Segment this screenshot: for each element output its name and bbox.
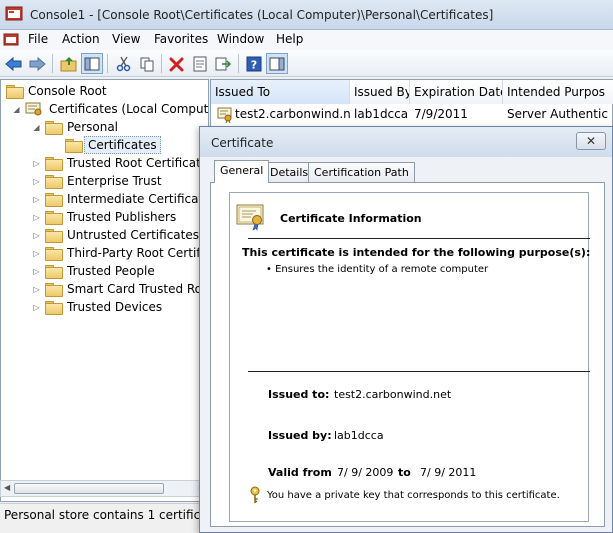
folder-icon <box>45 193 63 207</box>
back-icon[interactable] <box>3 53 25 74</box>
folder-icon <box>45 175 63 189</box>
key-icon <box>250 486 260 503</box>
tree-node-certificates-local-computer[interactable]: ◢ Certificates (Local Computer) <box>12 100 208 118</box>
private-key-note: You have a private key that corresponds … <box>267 490 560 501</box>
folder-icon <box>45 229 63 243</box>
folder-icon <box>65 139 83 153</box>
cell-issued-by: lab1dcca <box>354 107 409 121</box>
certificate-info-box: Certificate Information This certificate… <box>229 192 591 522</box>
menu-action[interactable]: Action <box>58 32 104 46</box>
folder-icon <box>45 247 63 261</box>
copy-icon[interactable] <box>136 53 158 74</box>
dialog-close-button[interactable]: ✕ <box>576 132 606 150</box>
issued-to-value: test2.carbonwind.net <box>334 388 452 401</box>
folder-icon <box>45 265 63 279</box>
cell-intended-purposes: Server Authentic <box>507 107 608 121</box>
mmc-console-icon <box>5 6 23 21</box>
certificate-icon <box>217 107 232 123</box>
tab-certification-path[interactable]: Certification Path <box>308 162 415 182</box>
certificate-info-heading: Certificate Information <box>280 212 422 225</box>
folder-icon <box>45 157 63 171</box>
tab-panel-general: Certificate Information This certificate… <box>210 182 605 527</box>
column-intended-purposes[interactable]: Intended Purpos <box>503 80 613 104</box>
up-folder-icon[interactable] <box>58 53 80 74</box>
cut-icon[interactable] <box>113 53 135 74</box>
menu-help[interactable]: Help <box>272 32 307 46</box>
column-expiration-date[interactable]: Expiration Date <box>410 80 503 104</box>
show-hide-action-pane-icon[interactable] <box>266 53 288 74</box>
show-hide-tree-icon[interactable] <box>81 53 103 74</box>
menu-bar: File Action View Favorites Window Help <box>0 30 613 50</box>
column-issued-by[interactable]: Issued By <box>350 80 410 104</box>
help-icon[interactable]: ? <box>243 53 265 74</box>
collapse-arrow-icon[interactable]: ▷ <box>32 159 41 168</box>
tree-node-console-root[interactable]: Console Root <box>6 82 110 100</box>
purpose-item: • Ensures the identity of a remote compu… <box>266 264 489 275</box>
tree-horizontal-scrollbar[interactable]: ◀ ▶ <box>0 480 209 497</box>
tree-node-trusted-root[interactable]: ▷ Trusted Root Certification <box>32 154 208 172</box>
certificate-large-icon <box>236 204 264 231</box>
purpose-heading: This certificate is intended for the fol… <box>242 246 591 259</box>
issued-by-label: Issued by: <box>268 429 332 442</box>
certificate-dialog[interactable]: Certificate ✕ General Details Certificat… <box>199 126 613 533</box>
scrollbar-thumb[interactable] <box>14 483 164 494</box>
collapse-arrow-icon[interactable]: ▷ <box>32 267 41 276</box>
column-issued-to[interactable]: Issued To <box>211 80 350 104</box>
collapse-arrow-icon[interactable]: ▷ <box>32 249 41 258</box>
tab-details[interactable]: Details <box>264 162 315 182</box>
tree-node-third-party-root[interactable]: ▷ Third-Party Root Certifica <box>32 244 208 262</box>
expand-arrow-icon[interactable]: ◢ <box>12 105 21 114</box>
cell-expiration-date: 7/9/2011 <box>414 107 468 121</box>
dialog-title-bar[interactable]: Certificate ✕ <box>200 127 612 157</box>
tree-node-trusted-people[interactable]: ▷ Trusted People <box>32 262 158 280</box>
export-icon[interactable] <box>212 53 234 74</box>
folder-icon <box>45 283 63 297</box>
folder-icon <box>45 121 63 135</box>
collapse-arrow-icon[interactable]: ▷ <box>32 285 41 294</box>
scroll-left-arrow-icon[interactable]: ◀ <box>4 483 10 492</box>
forward-icon[interactable] <box>26 53 48 74</box>
tree-node-enterprise-trust[interactable]: ▷ Enterprise Trust <box>32 172 165 190</box>
menu-file[interactable]: File <box>24 32 52 46</box>
window-title: Console1 - [Console Root\Certificates (L… <box>30 8 494 22</box>
console-menu-icon[interactable] <box>3 32 19 48</box>
menu-favorites[interactable]: Favorites <box>150 32 212 46</box>
toolbar: ? <box>0 50 613 77</box>
window-title-bar[interactable]: Console1 - [Console Root\Certificates (L… <box>0 0 613 30</box>
tree-node-intermediate[interactable]: ▷ Intermediate Certification <box>32 190 208 208</box>
valid-to-value: 7/ 9/ 2011 <box>420 466 477 479</box>
valid-from-value: 7/ 9/ 2009 <box>337 466 394 479</box>
folder-icon <box>45 301 63 315</box>
collapse-arrow-icon[interactable]: ▷ <box>32 177 41 186</box>
delete-icon[interactable] <box>166 53 188 74</box>
properties-icon[interactable] <box>189 53 211 74</box>
issued-to-label: Issued to: <box>268 388 330 401</box>
dialog-title: Certificate <box>211 136 274 150</box>
status-text: Personal store contains 1 certificate. <box>4 508 224 522</box>
folder-icon <box>45 211 63 225</box>
tree-node-trusted-devices[interactable]: ▷ Trusted Devices <box>32 298 165 316</box>
menu-window[interactable]: Window <box>213 32 268 46</box>
collapse-arrow-icon[interactable]: ▷ <box>32 195 41 204</box>
certificates-snapin-icon <box>25 102 42 116</box>
expand-arrow-icon[interactable]: ◢ <box>32 123 41 132</box>
console-tree[interactable]: Console Root ◢ Certificates (Local Compu… <box>0 79 209 502</box>
valid-from-label: Valid from <box>268 466 332 479</box>
svg-text:?: ? <box>251 58 257 71</box>
collapse-arrow-icon[interactable]: ▷ <box>32 231 41 240</box>
tree-node-personal[interactable]: ◢ Personal <box>32 118 121 136</box>
tree-node-untrusted[interactable]: ▷ Untrusted Certificates <box>32 226 202 244</box>
tree-node-trusted-publishers[interactable]: ▷ Trusted Publishers <box>32 208 179 226</box>
issued-by-value: lab1dcca <box>334 429 384 442</box>
menu-view[interactable]: View <box>108 32 144 46</box>
tree-node-personal-certificates[interactable]: Certificates <box>65 136 161 154</box>
valid-to-label: to <box>398 466 411 479</box>
tree-node-smart-card-roots[interactable]: ▷ Smart Card Trusted Roots <box>32 280 208 298</box>
folder-icon <box>6 85 24 99</box>
tab-general[interactable]: General <box>214 160 270 183</box>
cell-issued-to: test2.carbonwind.net <box>235 107 350 121</box>
collapse-arrow-icon[interactable]: ▷ <box>32 213 41 222</box>
status-bar: Personal store contains 1 certificate. <box>0 503 223 533</box>
collapse-arrow-icon[interactable]: ▷ <box>32 303 41 312</box>
